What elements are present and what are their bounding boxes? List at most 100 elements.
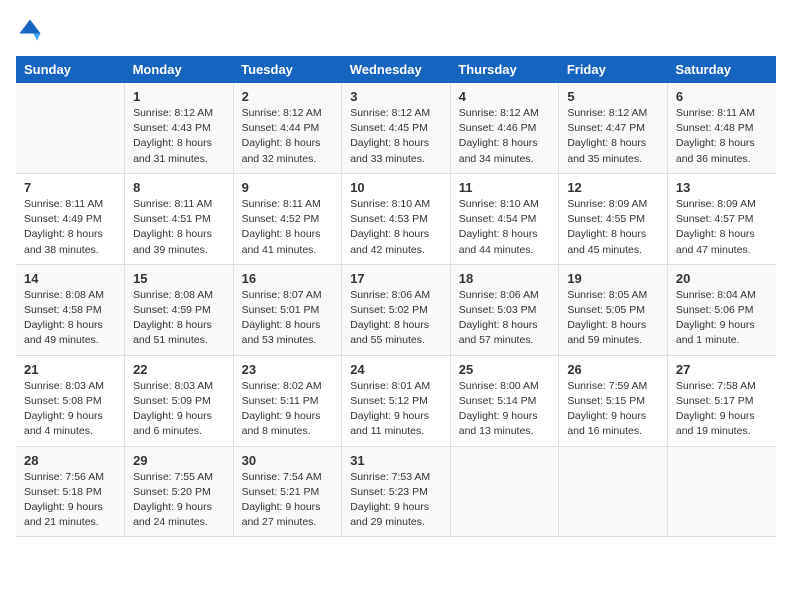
day-info: Sunrise: 8:11 AM Sunset: 4:51 PM Dayligh…	[133, 197, 225, 258]
calendar-cell: 5 Sunrise: 8:12 AM Sunset: 4:47 PM Daylig…	[559, 83, 668, 173]
day-info: Sunrise: 8:03 AM Sunset: 5:09 PM Dayligh…	[133, 379, 225, 440]
calendar-cell: 18 Sunrise: 8:06 AM Sunset: 5:03 PM Dayli…	[450, 264, 559, 355]
day-info: Sunrise: 8:11 AM Sunset: 4:48 PM Dayligh…	[676, 106, 768, 167]
day-number: 15	[133, 271, 225, 286]
day-number: 9	[242, 180, 334, 195]
calendar-cell	[450, 446, 559, 537]
day-info: Sunrise: 8:01 AM Sunset: 5:12 PM Dayligh…	[350, 379, 442, 440]
day-number: 26	[567, 362, 659, 377]
day-info: Sunrise: 8:10 AM Sunset: 4:54 PM Dayligh…	[459, 197, 551, 258]
calendar-cell: 13Sunrise: 8:09 AM Sunset: 4:57 PM Dayli…	[667, 173, 776, 264]
day-number: 5	[567, 89, 659, 104]
day-number: 31	[350, 453, 442, 468]
weekday-header-monday: Monday	[125, 56, 234, 83]
calendar-cell: 15 Sunrise: 8:08 AM Sunset: 4:59 PM Dayli…	[125, 264, 234, 355]
calendar-cell: 12Sunrise: 8:09 AM Sunset: 4:55 PM Dayli…	[559, 173, 668, 264]
day-number: 12	[567, 180, 659, 195]
day-info: Sunrise: 8:00 AM Sunset: 5:14 PM Dayligh…	[459, 379, 551, 440]
day-info: Sunrise: 7:55 AM Sunset: 5:20 PM Dayligh…	[133, 470, 225, 531]
day-info: Sunrise: 8:09 AM Sunset: 4:57 PM Dayligh…	[676, 197, 768, 258]
day-number: 10	[350, 180, 442, 195]
day-number: 20	[676, 271, 768, 286]
day-number: 29	[133, 453, 225, 468]
calendar-cell: 2 Sunrise: 8:12 AM Sunset: 4:44 PM Daylig…	[233, 83, 342, 173]
day-info: Sunrise: 8:03 AM Sunset: 5:08 PM Dayligh…	[24, 379, 116, 440]
day-info: Sunrise: 8:12 AM Sunset: 4:46 PM Dayligh…	[459, 106, 551, 167]
calendar-cell: 29 Sunrise: 7:55 AM Sunset: 5:20 PM Dayli…	[125, 446, 234, 537]
day-number: 21	[24, 362, 116, 377]
logo	[16, 16, 48, 44]
day-info: Sunrise: 7:59 AM Sunset: 5:15 PM Dayligh…	[567, 379, 659, 440]
calendar-cell: 16 Sunrise: 8:07 AM Sunset: 5:01 PM Dayli…	[233, 264, 342, 355]
day-number: 8	[133, 180, 225, 195]
calendar-cell: 21 Sunrise: 8:03 AM Sunset: 5:08 PM Dayli…	[16, 355, 125, 446]
calendar-cell	[16, 83, 125, 173]
day-info: Sunrise: 8:11 AM Sunset: 4:49 PM Dayligh…	[24, 197, 116, 258]
day-info: Sunrise: 8:08 AM Sunset: 4:59 PM Dayligh…	[133, 288, 225, 349]
calendar-cell: 26 Sunrise: 7:59 AM Sunset: 5:15 PM Dayli…	[559, 355, 668, 446]
day-info: Sunrise: 8:05 AM Sunset: 5:05 PM Dayligh…	[567, 288, 659, 349]
calendar-cell: 25Sunrise: 8:00 AM Sunset: 5:14 PM Dayli…	[450, 355, 559, 446]
week-row-4: 21 Sunrise: 8:03 AM Sunset: 5:08 PM Dayli…	[16, 355, 776, 446]
day-number: 14	[24, 271, 116, 286]
calendar-table: SundayMondayTuesdayWednesdayThursdayFrid…	[16, 56, 776, 537]
calendar-cell: 24 Sunrise: 8:01 AM Sunset: 5:12 PM Dayli…	[342, 355, 451, 446]
day-number: 7	[24, 180, 116, 195]
day-number: 28	[24, 453, 116, 468]
calendar-cell: 20 Sunrise: 8:04 AM Sunset: 5:06 PM Dayli…	[667, 264, 776, 355]
day-number: 22	[133, 362, 225, 377]
day-number: 4	[459, 89, 551, 104]
weekday-header-thursday: Thursday	[450, 56, 559, 83]
calendar-cell: 23 Sunrise: 8:02 AM Sunset: 5:11 PM Dayli…	[233, 355, 342, 446]
calendar-cell: 8 Sunrise: 8:11 AM Sunset: 4:51 PM Daylig…	[125, 173, 234, 264]
logo-icon	[16, 16, 44, 44]
calendar-cell: 28 Sunrise: 7:56 AM Sunset: 5:18 PM Dayli…	[16, 446, 125, 537]
day-number: 24	[350, 362, 442, 377]
calendar-cell: 3 Sunrise: 8:12 AM Sunset: 4:45 PM Daylig…	[342, 83, 451, 173]
calendar-cell	[559, 446, 668, 537]
day-number: 6	[676, 89, 768, 104]
day-number: 1	[133, 89, 225, 104]
day-info: Sunrise: 8:04 AM Sunset: 5:06 PM Dayligh…	[676, 288, 768, 349]
week-row-2: 7 Sunrise: 8:11 AM Sunset: 4:49 PM Daylig…	[16, 173, 776, 264]
day-info: Sunrise: 8:11 AM Sunset: 4:52 PM Dayligh…	[242, 197, 334, 258]
calendar-cell: 4 Sunrise: 8:12 AM Sunset: 4:46 PM Daylig…	[450, 83, 559, 173]
week-row-1: 1Sunrise: 8:12 AM Sunset: 4:43 PM Daylig…	[16, 83, 776, 173]
weekday-header-row: SundayMondayTuesdayWednesdayThursdayFrid…	[16, 56, 776, 83]
day-info: Sunrise: 8:06 AM Sunset: 5:03 PM Dayligh…	[459, 288, 551, 349]
day-info: Sunrise: 7:56 AM Sunset: 5:18 PM Dayligh…	[24, 470, 116, 531]
day-info: Sunrise: 8:12 AM Sunset: 4:47 PM Dayligh…	[567, 106, 659, 167]
day-info: Sunrise: 7:54 AM Sunset: 5:21 PM Dayligh…	[242, 470, 334, 531]
weekday-header-wednesday: Wednesday	[342, 56, 451, 83]
calendar-cell	[667, 446, 776, 537]
day-info: Sunrise: 7:53 AM Sunset: 5:23 PM Dayligh…	[350, 470, 442, 531]
calendar-cell: 14 Sunrise: 8:08 AM Sunset: 4:58 PM Dayli…	[16, 264, 125, 355]
day-info: Sunrise: 8:10 AM Sunset: 4:53 PM Dayligh…	[350, 197, 442, 258]
day-number: 16	[242, 271, 334, 286]
day-number: 18	[459, 271, 551, 286]
day-number: 2	[242, 89, 334, 104]
calendar-cell: 6 Sunrise: 8:11 AM Sunset: 4:48 PM Daylig…	[667, 83, 776, 173]
calendar-cell: 9 Sunrise: 8:11 AM Sunset: 4:52 PM Daylig…	[233, 173, 342, 264]
day-number: 19	[567, 271, 659, 286]
day-number: 23	[242, 362, 334, 377]
weekday-header-tuesday: Tuesday	[233, 56, 342, 83]
day-info: Sunrise: 8:06 AM Sunset: 5:02 PM Dayligh…	[350, 288, 442, 349]
day-info: Sunrise: 8:12 AM Sunset: 4:45 PM Dayligh…	[350, 106, 442, 167]
day-number: 30	[242, 453, 334, 468]
calendar-cell: 11Sunrise: 8:10 AM Sunset: 4:54 PM Dayli…	[450, 173, 559, 264]
day-info: Sunrise: 8:02 AM Sunset: 5:11 PM Dayligh…	[242, 379, 334, 440]
week-row-3: 14 Sunrise: 8:08 AM Sunset: 4:58 PM Dayli…	[16, 264, 776, 355]
day-info: Sunrise: 8:07 AM Sunset: 5:01 PM Dayligh…	[242, 288, 334, 349]
day-info: Sunrise: 8:08 AM Sunset: 4:58 PM Dayligh…	[24, 288, 116, 349]
day-number: 27	[676, 362, 768, 377]
calendar-cell: 7 Sunrise: 8:11 AM Sunset: 4:49 PM Daylig…	[16, 173, 125, 264]
calendar-cell: 10 Sunrise: 8:10 AM Sunset: 4:53 PM Dayli…	[342, 173, 451, 264]
calendar-cell: 19 Sunrise: 8:05 AM Sunset: 5:05 PM Dayli…	[559, 264, 668, 355]
day-info: Sunrise: 8:12 AM Sunset: 4:44 PM Dayligh…	[242, 106, 334, 167]
day-number: 3	[350, 89, 442, 104]
page-header	[16, 16, 776, 44]
week-row-5: 28 Sunrise: 7:56 AM Sunset: 5:18 PM Dayli…	[16, 446, 776, 537]
weekday-header-sunday: Sunday	[16, 56, 125, 83]
day-info: Sunrise: 7:58 AM Sunset: 5:17 PM Dayligh…	[676, 379, 768, 440]
